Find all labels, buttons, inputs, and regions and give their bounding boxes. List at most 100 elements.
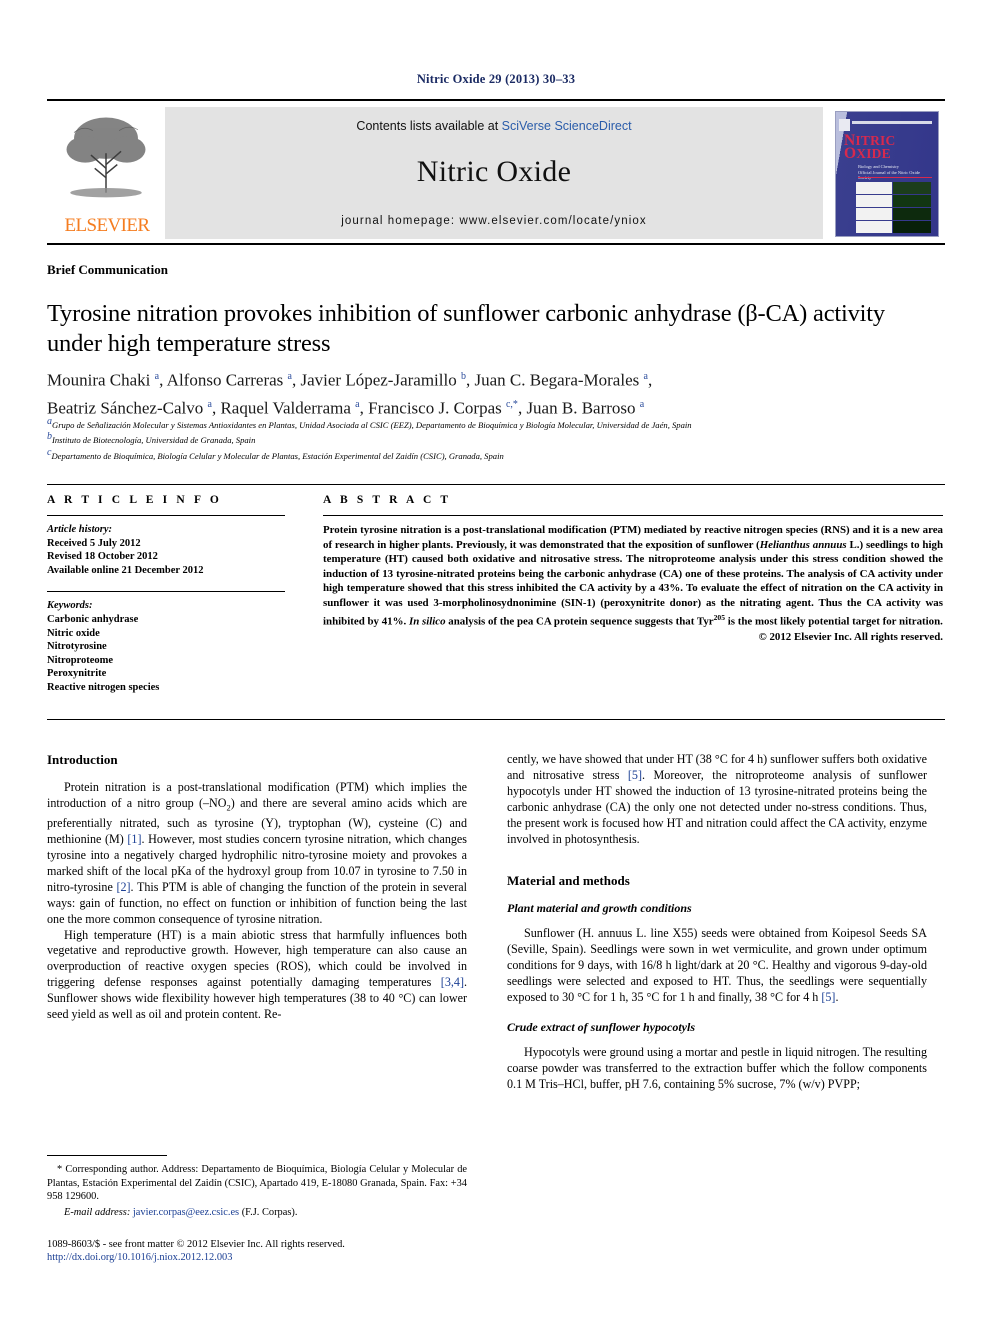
keywords-label: Keywords: bbox=[47, 600, 93, 612]
affil-mark: a bbox=[355, 398, 360, 410]
body-column-left: Introduction Protein nitration is a post… bbox=[47, 752, 467, 1023]
abstract-in-silico: In silico bbox=[408, 615, 446, 628]
methods-paragraph-1: Sunflower (H. annuus L. line X55) seeds … bbox=[507, 926, 927, 1006]
article-info-column: A R T I C L E I N F O Article history: R… bbox=[47, 494, 285, 695]
abstract-residue-number: 205 bbox=[713, 612, 726, 622]
footnote-rule bbox=[47, 1155, 167, 1156]
journal-article-page: Nitric Oxide 29 (2013) 30–33 ELSEVIER Co… bbox=[0, 0, 992, 1323]
cover-elsevier-icon bbox=[839, 119, 850, 131]
body-column-right: cently, we have showed that under HT (38… bbox=[507, 752, 927, 1093]
abstract-species-name: Helianthus annuus bbox=[759, 538, 847, 551]
affil-mark: a bbox=[639, 398, 645, 410]
footnote-corresponding-text: * Corresponding author. Address: Departa… bbox=[47, 1164, 467, 1203]
issn-front-matter: 1089-8603/$ - see front matter © 2012 El… bbox=[47, 1239, 345, 1250]
abstract-part-3: analysis of the pea CA protein sequence … bbox=[445, 615, 714, 628]
masthead-bottom-rule bbox=[47, 243, 945, 245]
journal-homepage[interactable]: journal homepage: www.elsevier.com/locat… bbox=[165, 215, 823, 227]
author-list: Mounira Chaki a, Alfonso Carreras a, Jav… bbox=[47, 365, 937, 420]
journal-masthead: ELSEVIER Contents lists available at Sci… bbox=[47, 99, 945, 241]
affiliation-list: aGrupo de Señalización Molecular y Siste… bbox=[47, 416, 937, 462]
citation-ref-5[interactable]: [5] bbox=[628, 768, 642, 782]
cover-topbar bbox=[852, 121, 932, 124]
keywords-rule bbox=[47, 591, 285, 593]
cover-fig-cell bbox=[856, 182, 892, 194]
citation-ref-2[interactable]: [2] bbox=[116, 880, 130, 894]
journal-title: Nitric Oxide bbox=[416, 155, 572, 188]
keywords-block: Keywords: Carbonic anhydrase Nitric oxid… bbox=[47, 591, 285, 694]
affil-mark: b bbox=[460, 371, 466, 382]
article-info-heading: A R T I C L E I N F O bbox=[47, 494, 222, 506]
cover-fig-cell bbox=[893, 182, 931, 194]
abstract-rule bbox=[323, 515, 943, 516]
cover-fig-cell bbox=[856, 195, 892, 207]
elsevier-wordmark: ELSEVIER bbox=[64, 215, 151, 236]
doi-link[interactable]: http://dx.doi.org/10.1016/j.niox.2012.12… bbox=[47, 1251, 477, 1264]
intro-paragraph-2: High temperature (HT) is a main abiotic … bbox=[47, 928, 467, 1023]
affiliation-item: cDepartamento de Bioquímica, Biología Ce… bbox=[47, 447, 937, 462]
info-abstract-band: A R T I C L E I N F O Article history: R… bbox=[47, 484, 945, 724]
keyword-item: Carbonic anhydrase bbox=[47, 613, 139, 625]
cover-title-line2-rest: XIDE bbox=[856, 146, 891, 161]
cover-divider bbox=[858, 177, 932, 178]
methods-p1-b: . bbox=[835, 990, 839, 1005]
keyword-item: Nitroproteome bbox=[47, 654, 114, 666]
abstract-column: A B S T R A C T Protein tyrosine nitrati… bbox=[323, 494, 943, 643]
page-title: Tyrosine nitration provokes inhibition o… bbox=[47, 300, 885, 358]
cover-figure-grid bbox=[856, 182, 932, 233]
heading-introduction: Introduction bbox=[47, 752, 118, 767]
contents-prefix: Contents lists available at bbox=[356, 119, 502, 133]
affil-mark: a bbox=[287, 371, 292, 382]
article-history: Article history: Received 5 July 2012 Re… bbox=[47, 523, 285, 577]
history-item: Revised 18 October 2012 bbox=[47, 551, 158, 563]
article-type-label: Brief Communication bbox=[47, 262, 168, 277]
affiliation-item: aGrupo de Señalización Molecular y Siste… bbox=[47, 416, 937, 431]
email-address-label: E-mail address: bbox=[64, 1206, 131, 1218]
heading-material-and-methods: Material and methods bbox=[507, 873, 630, 889]
info-rule bbox=[47, 515, 285, 516]
abstract-text: Protein tyrosine nitration is a post-tra… bbox=[323, 523, 943, 629]
citation-ref-5b[interactable]: [5] bbox=[821, 990, 835, 1004]
footnote-email-line: E-mail address: javier.corpas@eez.csic.e… bbox=[47, 1206, 467, 1220]
corresponding-author-footnote: * Corresponding author. Address: Departa… bbox=[47, 1155, 467, 1219]
heading-plant-material: Plant material and growth conditions bbox=[507, 901, 692, 916]
abstract-copyright: © 2012 Elsevier Inc. All rights reserved… bbox=[758, 630, 943, 643]
imprint-block: 1089-8603/$ - see front matter © 2012 El… bbox=[47, 1238, 477, 1265]
affil-mark: a bbox=[154, 371, 160, 382]
affil-mark: a bbox=[207, 398, 212, 410]
methods-p1-a: Sunflower (H. annuus L. line X55) seeds … bbox=[507, 926, 927, 1005]
methods-paragraph-2: Hypocotyls were ground using a mortar an… bbox=[507, 1044, 927, 1091]
cover-title: NITRIC OXIDE bbox=[844, 132, 896, 162]
citation-ref-1[interactable]: [1] bbox=[127, 832, 141, 846]
article-history-label: Article history: bbox=[47, 524, 113, 535]
keyword-item: Reactive nitrogen species bbox=[47, 681, 160, 693]
journal-cover-thumbnail: NITRIC OXIDE Biology and Chemistry Offic… bbox=[823, 107, 945, 239]
history-item: Received 5 July 2012 bbox=[47, 537, 141, 549]
cover-subtitle-2: Official Journal of the Nitric Oxide Soc… bbox=[858, 169, 920, 181]
email-address-link[interactable]: javier.corpas@eez.csic.es bbox=[133, 1207, 239, 1218]
abstract-part-4: is the most likely potential target for … bbox=[725, 615, 943, 628]
keyword-item: Peroxynitrite bbox=[47, 668, 107, 680]
elsevier-tree-icon bbox=[66, 117, 146, 198]
affiliation-text: Grupo de Señalización Molecular y Sistem… bbox=[52, 419, 692, 430]
history-item: Available online 21 December 2012 bbox=[47, 564, 204, 576]
heading-crude-extract: Crude extract of sunflower hypocotyls bbox=[507, 1019, 695, 1034]
intro-paragraph-3: cently, we have showed that under HT (38… bbox=[507, 752, 927, 847]
intro-p2-a: High temperature (HT) is a main abiotic … bbox=[47, 927, 467, 990]
affil-mark: c,* bbox=[505, 398, 518, 410]
cover-subtitle: Biology and Chemistry Official Journal o… bbox=[858, 164, 934, 181]
affiliation-item: bInstituto de Biotecnología, Universidad… bbox=[47, 431, 937, 446]
keyword-item: Nitrotyrosine bbox=[47, 641, 107, 653]
email-address-suffix: (F.J. Corpas). bbox=[239, 1206, 298, 1218]
elsevier-logo: ELSEVIER bbox=[47, 107, 165, 239]
cover-fig-cell bbox=[893, 208, 931, 220]
cover-fig-cell bbox=[856, 221, 892, 233]
cover-fig-cell bbox=[893, 221, 931, 233]
abstract-part-2: L.) seedlings to high temperature (HT) c… bbox=[323, 538, 944, 628]
cover-fig-cell bbox=[856, 208, 892, 220]
band-top-rule bbox=[47, 484, 945, 485]
cover-fig-cell bbox=[893, 195, 931, 207]
affiliation-text: Instituto de Biotecnología, Universidad … bbox=[52, 435, 256, 446]
sciencedirect-link[interactable]: SciVerse ScienceDirect bbox=[502, 119, 632, 133]
citation-ref-34[interactable]: [3,4] bbox=[441, 975, 464, 989]
affil-mark: a bbox=[643, 371, 648, 382]
